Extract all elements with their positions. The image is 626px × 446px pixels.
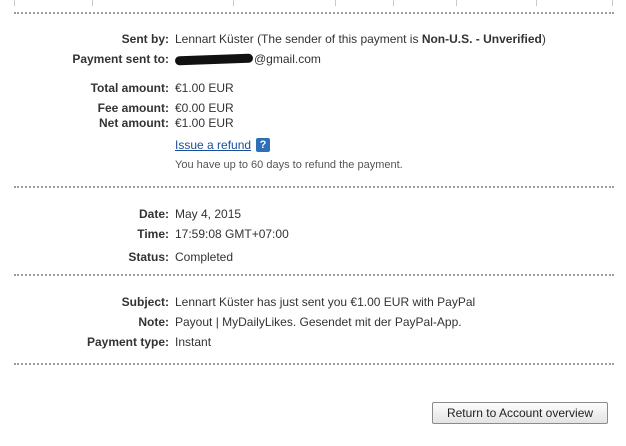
issue-refund-link[interactable]: Issue a refund — [175, 137, 251, 153]
fee-amount-label: Fee amount: — [97, 101, 169, 115]
sender-name: Lennart Küster — [175, 32, 254, 46]
payment-sent-to-label: Payment sent to: — [72, 52, 169, 66]
status-label: Status: — [128, 250, 169, 264]
time-row: Time: 17:59:08 GMT+07:00 — [0, 226, 626, 242]
payment-sent-to-value: @gmail.com — [174, 51, 321, 67]
subject-value: Lennart Küster has just sent you €1.00 E… — [175, 295, 476, 309]
net-amount-label: Net amount: — [99, 116, 169, 130]
total-amount-row: Total amount: €1.00 EUR — [0, 80, 626, 96]
date-label: Date: — [138, 207, 169, 221]
refund-note: You have up to 60 days to refund the pay… — [175, 159, 403, 171]
table-divider — [393, 0, 394, 6]
fee-amount-row: Fee amount: €0.00 EUR — [0, 100, 626, 116]
payment-sent-to-row: Payment sent to: @gmail.com — [0, 51, 626, 67]
top-table-edge — [0, 0, 626, 6]
status-value: Completed — [175, 250, 234, 264]
subject-label: Subject: — [121, 295, 169, 309]
note-value: Payout | MyDailyLikes. Gesendet mit der … — [175, 315, 462, 329]
payment-type-row: Payment type: Instant — [0, 334, 626, 350]
subject-row: Subject: Lennart Küster has just sent yo… — [0, 294, 626, 310]
table-divider — [233, 0, 234, 6]
table-divider — [456, 0, 457, 6]
section-divider — [14, 274, 614, 276]
sender-note-prefix: (The sender of this payment is — [257, 32, 422, 46]
table-divider — [612, 0, 613, 6]
email-domain: @gmail.com — [254, 52, 321, 66]
question-mark-icon[interactable]: ? — [256, 138, 270, 152]
fee-amount-value: €0.00 EUR — [175, 101, 234, 115]
time-value: 17:59:08 GMT+07:00 — [175, 227, 289, 241]
time-label: Time: — [137, 227, 169, 241]
payment-type-label: Payment type: — [86, 335, 169, 349]
sent-by-label: Sent by: — [121, 32, 169, 46]
date-row: Date: May 4, 2015 — [0, 206, 626, 222]
section-divider — [14, 186, 614, 188]
table-divider — [335, 0, 336, 6]
net-amount-row: Net amount: €1.00 EUR — [0, 115, 626, 131]
redacted-email-user — [174, 53, 254, 66]
sent-by-value: Lennart Küster (The sender of this payme… — [175, 31, 546, 47]
total-amount-label: Total amount: — [90, 81, 169, 95]
table-divider — [92, 0, 93, 6]
date-value: May 4, 2015 — [175, 207, 242, 221]
net-amount-value: €1.00 EUR — [175, 116, 234, 130]
total-amount-value: €1.00 EUR — [175, 81, 234, 95]
note-label: Note: — [138, 315, 169, 329]
section-divider — [14, 12, 614, 14]
return-to-account-overview-button[interactable]: Return to Account overview — [432, 402, 608, 424]
table-divider — [536, 0, 537, 6]
table-divider — [14, 0, 15, 6]
sender-status: Non-U.S. - Unverified — [421, 32, 542, 46]
note-row: Note: Payout | MyDailyLikes. Gesendet mi… — [0, 314, 626, 330]
sender-note-suffix: ) — [541, 32, 546, 46]
status-row: Status: Completed — [0, 249, 626, 265]
payment-type-value: Instant — [175, 335, 212, 349]
section-divider — [14, 363, 614, 365]
sent-by-row: Sent by: Lennart Küster (The sender of t… — [0, 31, 626, 47]
